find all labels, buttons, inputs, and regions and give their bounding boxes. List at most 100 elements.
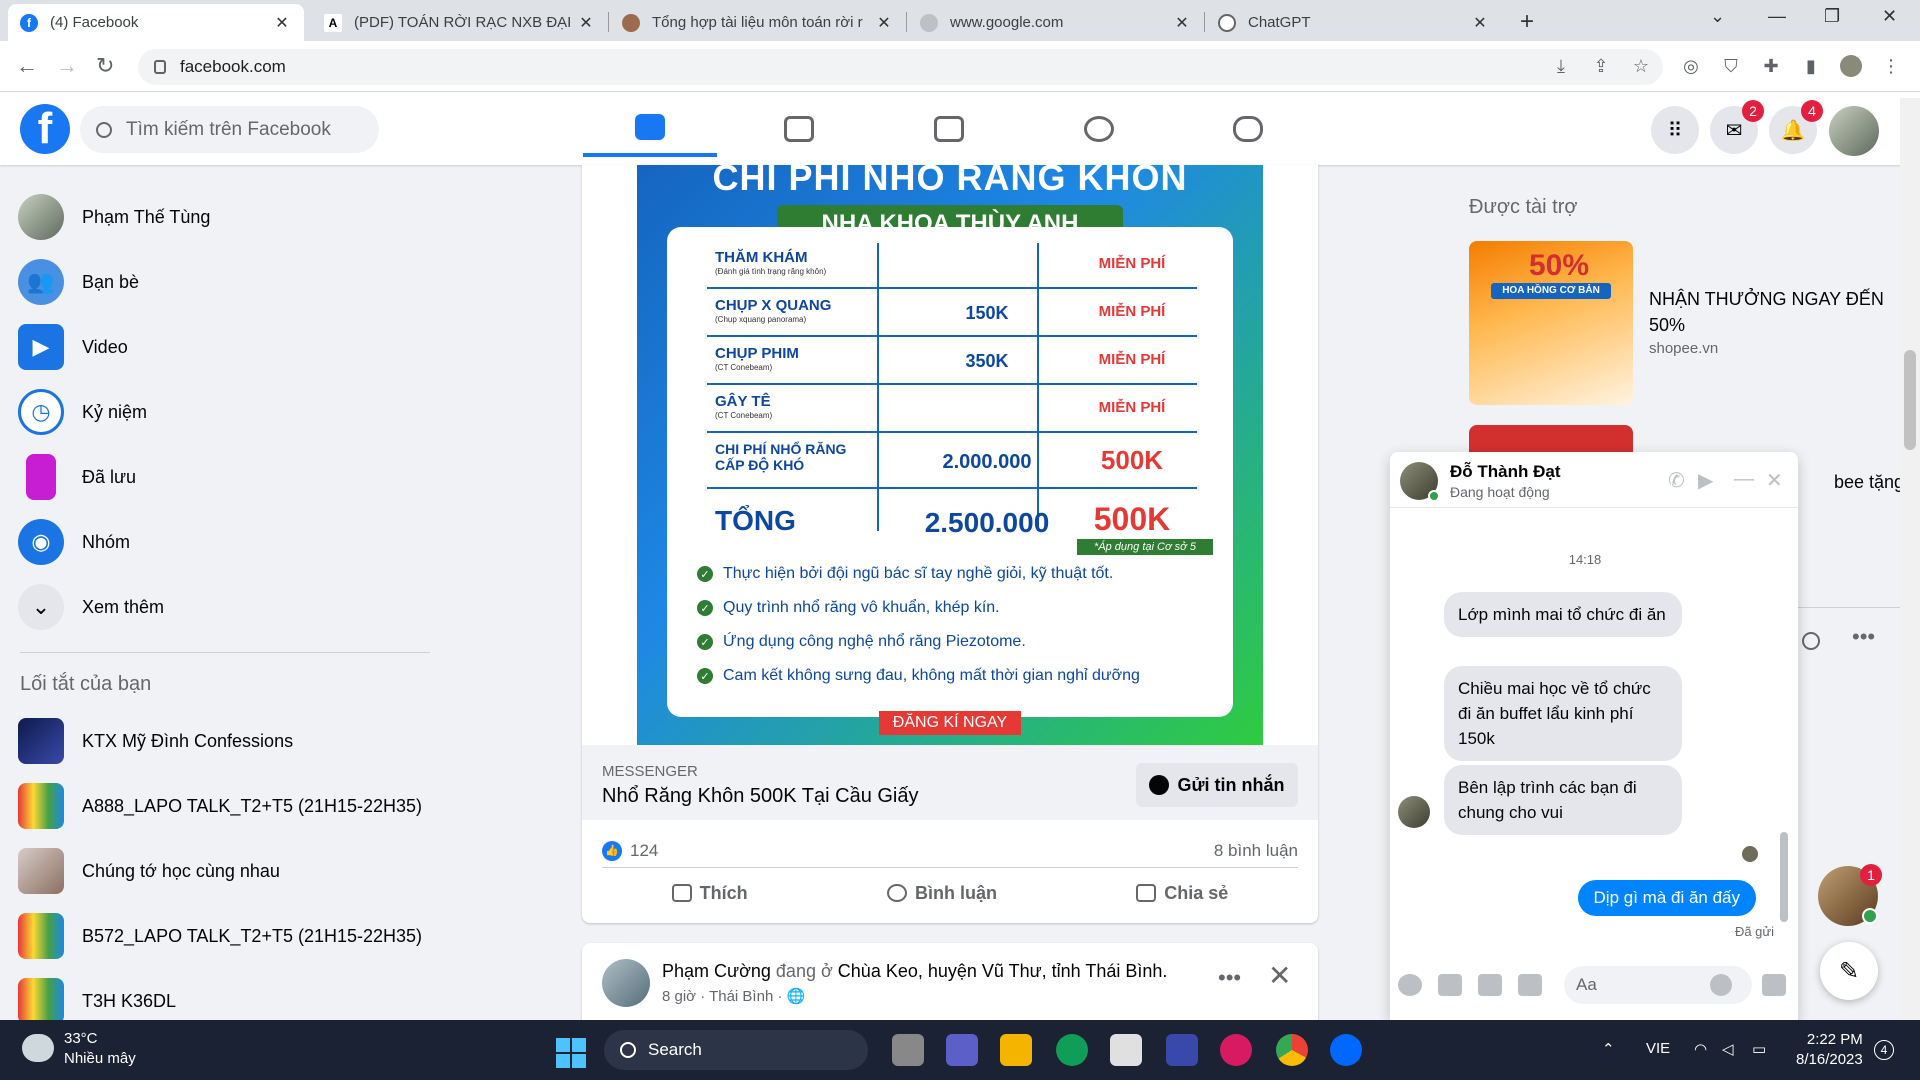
minimize-icon[interactable]: — (1768, 6, 1786, 27)
nav-home[interactable] (583, 100, 717, 157)
incoming-message[interactable]: Bên lập trình các bạn đi chung cho vui (1444, 765, 1682, 835)
nav-watch[interactable] (732, 100, 866, 157)
page-scrollbar[interactable] (1900, 98, 1920, 1020)
sidebar-item-video[interactable]: ▶ Video (18, 319, 128, 375)
gif-icon[interactable] (1518, 974, 1542, 996)
phone-icon[interactable]: ✆ (1668, 468, 1685, 493)
incoming-message[interactable]: Lớp mình mai tổ chức đi ăn (1444, 592, 1682, 637)
sponsored-text[interactable]: NHẬN THƯỞNG NGAY ĐẾN 50% (1649, 286, 1889, 338)
close-tab-icon[interactable]: ✕ (874, 13, 894, 33)
bookmark-star-icon[interactable]: ☆ (1630, 55, 1652, 77)
teams-icon[interactable] (946, 1034, 978, 1066)
tab-search-icon[interactable]: ⌄ (1710, 6, 1725, 27)
weather-desc[interactable]: Nhiều mây (64, 1050, 136, 1067)
battery-icon[interactable]: ▭ (1752, 1040, 1766, 1058)
shortcut-item[interactable]: B572_LAPO TALK_T2+T5 (21H15-22H35) (18, 908, 422, 964)
app-icon[interactable] (1166, 1034, 1198, 1066)
tab-pdf[interactable]: A (PDF) TOÁN RỜI RẠC NXB ĐẠI H ✕ (312, 4, 608, 41)
shortcut-item[interactable]: A888_LAPO TALK_T2+T5 (21H15-22H35) (18, 778, 422, 834)
ad-cta-button[interactable]: ĐĂNG KÍ NGAY (879, 711, 1021, 735)
emoji-icon[interactable] (1710, 974, 1732, 996)
photo-icon[interactable] (1438, 974, 1462, 996)
share-icon[interactable]: ⇪ (1590, 55, 1612, 77)
close-tab-icon[interactable]: ✕ (1172, 13, 1192, 33)
minimize-chat-icon[interactable]: — (1734, 468, 1754, 491)
volume-icon[interactable]: ◁ (1722, 1040, 1734, 1058)
shortcut-item[interactable]: KTX Mỹ Đình Confessions (18, 713, 293, 769)
sidebar-item-see-more[interactable]: ⌄ Xem thêm (18, 579, 164, 635)
sponsored-image[interactable]: 50% HOA HỒNG CƠ BẢN (1469, 241, 1633, 405)
account-avatar[interactable] (1829, 106, 1879, 156)
reload-icon[interactable]: ↻ (96, 53, 114, 79)
close-tab-icon[interactable]: ✕ (576, 13, 596, 33)
ad-image[interactable]: CHI PHÍ NHỔ RĂNG KHÔN NHA KHOA THÙY ANH … (637, 165, 1263, 745)
add-icon[interactable] (1398, 974, 1422, 996)
nav-groups[interactable] (1032, 100, 1166, 157)
video-call-icon[interactable]: ▶ (1698, 468, 1713, 493)
send-message-button[interactable]: Gửi tin nhắn (1136, 763, 1298, 807)
shield-extension-icon[interactable]: ⛉ (1720, 55, 1742, 77)
facebook-search-input[interactable]: Tìm kiếm trên Facebook (80, 106, 379, 153)
restore-icon[interactable]: ❐ (1824, 6, 1840, 27)
nav-marketplace[interactable] (882, 100, 1016, 157)
new-message-button[interactable]: ✎ (1820, 942, 1878, 1000)
thumbs-up-send-icon[interactable] (1762, 974, 1786, 996)
menu-grid-button[interactable]: ⠿ (1651, 106, 1699, 154)
facebook-logo-icon[interactable]: f (20, 104, 70, 154)
author-avatar[interactable] (602, 959, 650, 1007)
share-button[interactable]: Chia sẻ (1136, 883, 1228, 904)
chat-scrollbar[interactable] (1780, 832, 1788, 922)
close-window-icon[interactable]: ✕ (1882, 6, 1897, 27)
close-tab-icon[interactable]: ✕ (272, 13, 292, 33)
author-name[interactable]: Phạm Cường (662, 961, 771, 981)
like-button[interactable]: Thích (671, 883, 748, 904)
chat-contact-name[interactable]: Đỗ Thành Đạt (1450, 462, 1561, 482)
windows-start-icon[interactable] (556, 1038, 586, 1068)
puzzle-extensions-icon[interactable]: ✚ (1760, 55, 1782, 77)
chat-header[interactable]: Đỗ Thành Đạt Đang hoạt động ✆ ▶ — ✕ (1390, 452, 1798, 508)
zalo-icon[interactable] (1330, 1034, 1362, 1066)
notifications-button[interactable]: 🔔 4 (1769, 100, 1823, 154)
contacts-options-icon[interactable]: ••• (1852, 624, 1875, 650)
chrome-icon[interactable] (1276, 1034, 1308, 1066)
comment-button[interactable]: Bình luận (886, 883, 997, 904)
menu-kebab-icon[interactable]: ⋮ (1880, 55, 1902, 77)
sidebar-item-profile[interactable]: Phạm Thế Tùng (18, 189, 210, 245)
weather-temp[interactable]: 33°C (64, 1030, 98, 1047)
app-icon[interactable] (1220, 1034, 1252, 1066)
edge-icon[interactable] (1056, 1034, 1088, 1066)
sidebar-item-memories[interactable]: ◷ Kỷ niệm (18, 384, 147, 440)
task-view-icon[interactable] (892, 1034, 924, 1066)
outgoing-message[interactable]: Dịp gì mà đi ăn đấy (1577, 880, 1756, 916)
shortcut-item[interactable]: T3H K36DL (18, 973, 176, 1020)
address-bar[interactable]: facebook.com (138, 49, 1663, 85)
tab-documents[interactable]: Tổng hợp tài liệu môn toán rời r ✕ (610, 4, 906, 41)
tab-chatgpt[interactable]: ChatGPT ✕ (1206, 4, 1502, 41)
wifi-icon[interactable]: ◠ (1694, 1040, 1707, 1058)
side-panel-icon[interactable]: ▮ (1800, 55, 1822, 77)
sidebar-item-saved[interactable]: Đã lưu (18, 449, 136, 505)
ad-footer[interactable]: MESSENGER Nhổ Răng Khôn 500K Tại Cầu Giấ… (582, 745, 1318, 820)
install-icon[interactable]: ⤓ (1550, 55, 1572, 77)
location-link[interactable]: Chùa Keo, huyện Vũ Thư, tỉnh Thái Bình. (838, 961, 1168, 981)
messenger-button[interactable]: ✉ 2 (1710, 100, 1764, 154)
sidebar-item-groups[interactable]: ◉ Nhóm (18, 514, 130, 570)
close-chat-icon[interactable]: ✕ (1766, 468, 1783, 493)
close-tab-icon[interactable]: ✕ (1470, 13, 1490, 33)
taskbar-search[interactable]: Search (604, 1030, 868, 1070)
taskbar-clock[interactable]: 2:22 PM 8/16/2023 (1796, 1030, 1863, 1070)
incoming-message[interactable]: Chiều mai học về tổ chức đi ăn buffet lẩ… (1444, 666, 1682, 761)
nav-gaming[interactable] (1181, 100, 1315, 157)
sticker-icon[interactable] (1478, 974, 1502, 996)
profile-avatar[interactable] (1840, 55, 1862, 77)
contacts-search-icon[interactable] (1802, 632, 1820, 650)
tab-google[interactable]: www.google.com ✕ (908, 4, 1204, 41)
extension-icon[interactable]: ◎ (1680, 55, 1702, 77)
sponsored-text-2[interactable]: bee tặng (1834, 472, 1904, 493)
store-icon[interactable] (1110, 1034, 1142, 1066)
show-hidden-icons[interactable]: ⌃ (1602, 1040, 1615, 1058)
language-indicator[interactable]: VIE (1646, 1040, 1670, 1057)
weather-cloud-icon[interactable] (22, 1034, 54, 1062)
close-icon[interactable]: ✕ (1268, 959, 1291, 992)
like-count[interactable]: 124 (630, 841, 658, 861)
